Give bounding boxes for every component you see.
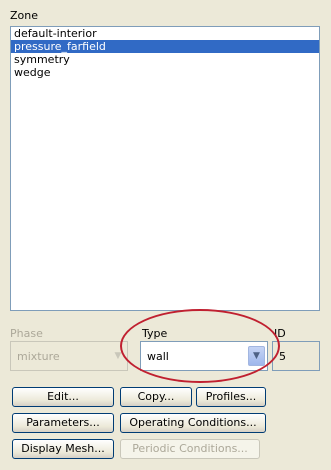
zone-list[interactable]: default-interior pressure_farfield symme…: [10, 26, 320, 311]
type-dropdown[interactable]: wall ▼: [140, 341, 268, 371]
edit-button[interactable]: Edit...: [12, 387, 114, 407]
type-value: wall: [147, 350, 169, 363]
parameters-button[interactable]: Parameters...: [12, 413, 114, 433]
periodic-conditions-button: Periodic Conditions...: [120, 439, 260, 459]
type-label: Type: [142, 327, 168, 340]
copy-button[interactable]: Copy...: [120, 387, 192, 407]
operating-conditions-button[interactable]: Operating Conditions...: [120, 413, 266, 433]
zone-label: Zone: [10, 9, 39, 22]
phase-label: Phase: [10, 327, 43, 340]
chevron-down-icon: ▼: [114, 351, 122, 361]
id-field: 5: [272, 341, 320, 371]
phase-value: mixture: [17, 350, 60, 363]
zone-item-pressure-farfield[interactable]: pressure_farfield: [11, 40, 319, 53]
id-value: 5: [279, 350, 286, 363]
zone-item-symmetry[interactable]: symmetry: [11, 53, 319, 66]
id-label: ID: [274, 327, 286, 340]
chevron-down-icon[interactable]: ▼: [248, 346, 265, 366]
zone-item-wedge[interactable]: wedge: [11, 66, 319, 79]
display-mesh-button[interactable]: Display Mesh...: [12, 439, 114, 459]
profiles-button[interactable]: Profiles...: [196, 387, 266, 407]
zone-item-default-interior[interactable]: default-interior: [11, 27, 319, 40]
phase-dropdown: mixture ▼: [10, 341, 128, 371]
